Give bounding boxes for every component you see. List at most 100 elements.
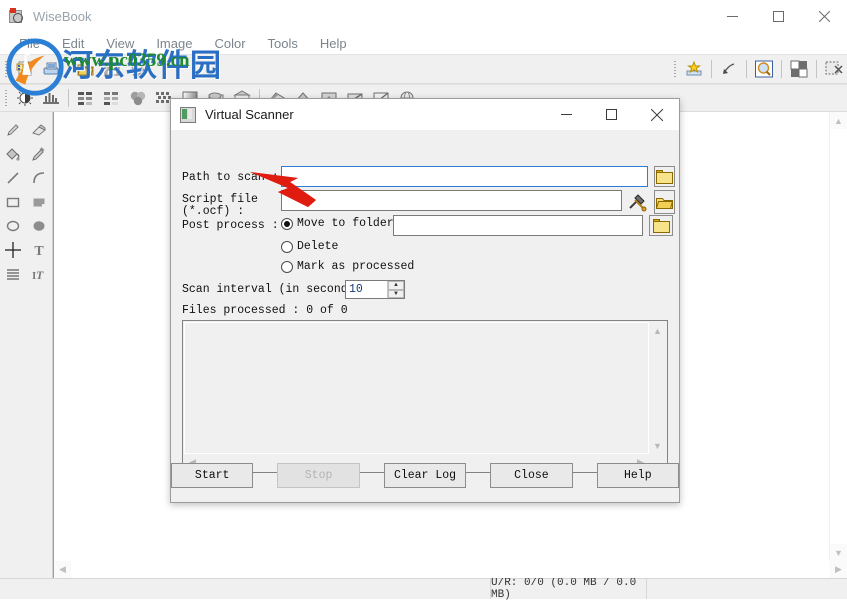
thumbnails-small-icon[interactable]	[99, 86, 125, 110]
toolbar2-separator	[68, 89, 69, 107]
dialog-title-bar: Virtual Scanner	[171, 99, 679, 130]
menu-color[interactable]: Color	[203, 33, 256, 54]
maximize-icon[interactable]	[755, 0, 801, 32]
radio-mark-as-processed[interactable]: Mark as processed	[281, 260, 414, 273]
path-to-scan-field[interactable]	[282, 167, 647, 186]
scroll-down-icon[interactable]: ▼	[830, 544, 847, 561]
clear-log-button[interactable]: Clear Log	[383, 463, 467, 488]
checkerboard-icon[interactable]	[786, 57, 812, 81]
close-icon[interactable]	[801, 0, 847, 32]
eraser-icon[interactable]	[26, 118, 52, 142]
toolbar-separator-2	[711, 60, 712, 78]
app-icon	[9, 8, 25, 24]
rectangle-icon[interactable]	[0, 190, 26, 214]
post-process-label: Post process :	[182, 219, 279, 232]
arrow-diagonal-icon[interactable]	[716, 57, 742, 81]
path-to-scan-input[interactable]	[281, 166, 648, 187]
log-scroll-up-icon[interactable]: ▲	[649, 322, 666, 339]
spinner-down-icon[interactable]: ▼	[388, 289, 404, 298]
toolbar-separator-4	[781, 60, 782, 78]
menu-bar: File Edit View Image Color Tools Help	[0, 33, 847, 54]
thumbnails-large-icon[interactable]	[73, 86, 99, 110]
magnifier-icon[interactable]	[751, 57, 777, 81]
italic-text-icon[interactable]: IT	[26, 262, 52, 286]
paint-bucket-icon[interactable]	[0, 142, 26, 166]
move-folder-input[interactable]	[393, 215, 643, 236]
menu-edit[interactable]: Edit	[51, 33, 95, 54]
line-icon[interactable]	[0, 166, 26, 190]
dialog-body: Path to scan : Script file (*.ocf) : Pos…	[170, 130, 680, 502]
path-to-scan-browse-button[interactable]	[654, 166, 675, 187]
status-right	[647, 579, 847, 599]
text-icon[interactable]: T	[26, 238, 52, 262]
move-folder-browse-button[interactable]	[649, 215, 673, 236]
script-file-field[interactable]	[282, 191, 621, 210]
canvas-horizontal-scrollbar[interactable]: ◀	[54, 561, 830, 578]
pencil-icon[interactable]	[0, 118, 26, 142]
folder-icon-2	[652, 218, 670, 233]
lines-icon[interactable]	[0, 262, 26, 286]
menu-help[interactable]: Help	[309, 33, 358, 54]
dialog-close-icon[interactable]	[634, 99, 679, 130]
select-region-icon[interactable]	[821, 57, 847, 81]
svg-text:T: T	[36, 268, 44, 282]
curve-icon[interactable]	[26, 166, 52, 190]
scan-interval-arrows[interactable]: ▲ ▼	[387, 281, 404, 298]
menu-image[interactable]: Image	[145, 33, 203, 54]
canvas-vertical-scrollbar[interactable]: ▲ ▼	[829, 112, 847, 561]
levels-icon[interactable]	[38, 86, 64, 110]
radio-move-to-folder[interactable]: Move to folder	[281, 217, 394, 230]
script-file-input[interactable]	[281, 190, 622, 211]
scanner-icon[interactable]	[38, 57, 64, 81]
menu-view[interactable]: View	[95, 33, 145, 54]
spinner-up-icon[interactable]: ▲	[388, 281, 404, 290]
log-text[interactable]	[184, 322, 649, 454]
menu-file[interactable]: File	[8, 33, 51, 54]
log-vertical-scrollbar[interactable]: ▲ ▼	[649, 322, 666, 454]
eyedropper-icon[interactable]	[26, 142, 52, 166]
files-processed-label: Files processed : 0 of 0	[182, 304, 348, 317]
script-file-browse-button[interactable]	[654, 190, 675, 214]
radio-mark-as-processed-label: Mark as processed	[297, 260, 415, 273]
start-button[interactable]: Start	[170, 463, 254, 488]
log-scroll-down-icon[interactable]: ▼	[649, 437, 666, 454]
new-document-icon[interactable]	[12, 57, 38, 81]
scan-interval-value[interactable]: 10	[346, 281, 387, 298]
save-icon[interactable]	[99, 57, 125, 81]
move-folder-field[interactable]	[394, 216, 642, 235]
dialog-maximize-icon[interactable]	[589, 99, 634, 130]
app-title: WiseBook	[33, 8, 92, 24]
paperclip-icon[interactable]	[125, 57, 151, 81]
scroll-left-icon[interactable]: ◀	[54, 561, 71, 578]
minimize-icon[interactable]	[709, 0, 755, 32]
scroll-up-icon[interactable]: ▲	[830, 112, 847, 129]
toolbar-grip[interactable]	[3, 59, 10, 79]
crosshair-icon[interactable]	[0, 238, 26, 262]
window-controls	[709, 0, 847, 32]
scan-interval-spinner[interactable]: 10 ▲ ▼	[345, 280, 405, 299]
radio-move-to-folder-label: Move to folder	[297, 217, 394, 230]
radio-delete[interactable]: Delete	[281, 240, 338, 253]
contrast-icon[interactable]	[12, 86, 38, 110]
sun-star-icon[interactable]	[681, 57, 707, 81]
filled-rectangle-icon[interactable]	[26, 190, 52, 214]
filled-ellipse-icon[interactable]	[26, 214, 52, 238]
stop-button: Stop	[277, 463, 360, 488]
dialog-minimize-icon[interactable]	[544, 99, 589, 130]
menu-tools[interactable]: Tools	[257, 33, 309, 54]
status-left	[0, 579, 490, 599]
dialog-button-row: Start Stop Clear Log Close Help	[170, 463, 680, 488]
toolbar-grip-2[interactable]	[672, 59, 679, 79]
scroll-right-icon[interactable]: ▶	[830, 561, 847, 578]
two-circles-icon[interactable]	[125, 86, 151, 110]
log-panel: ▲ ▼ ◀ ▶	[182, 320, 668, 473]
ellipse-icon[interactable]	[0, 214, 26, 238]
close-button[interactable]: Close	[490, 463, 573, 488]
toolbar2-grip[interactable]	[3, 88, 10, 108]
script-file-edit-button[interactable]	[624, 190, 649, 214]
radio-mark-as-processed-dot	[281, 260, 293, 273]
hammer-wrench-icon	[628, 194, 646, 212]
dialog-window-controls	[544, 99, 679, 130]
help-button[interactable]: Help	[596, 463, 680, 488]
open-folder-icon[interactable]	[73, 57, 99, 81]
